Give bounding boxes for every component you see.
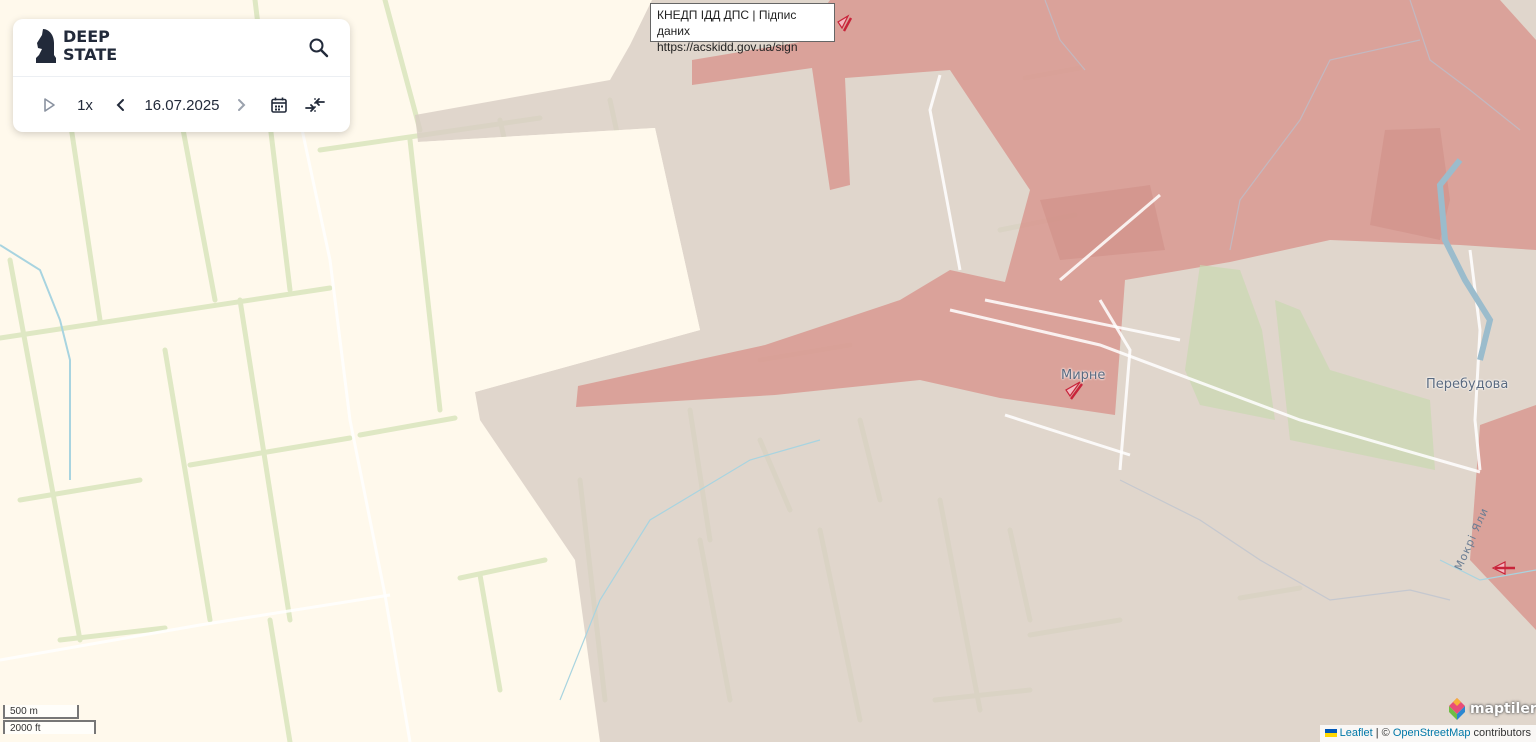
- knight-icon: [36, 29, 56, 63]
- place-label-myrne: Мирне: [1061, 368, 1106, 383]
- compare-button[interactable]: [303, 94, 327, 116]
- ukraine-flag-icon: [1324, 729, 1337, 737]
- chevron-right-icon: [238, 99, 246, 111]
- attribution: Leaflet | © OpenStreetMap contributors: [1319, 725, 1536, 742]
- calendar-button[interactable]: [268, 94, 290, 116]
- maptiler-text: maptiler: [1470, 701, 1536, 717]
- speed-button[interactable]: 1x: [73, 95, 97, 115]
- signature-tooltip: КНЕДП ІДД ДПС | Підпис даних https://acs…: [650, 3, 835, 54]
- control-panel: DEEP STATE 1x 16.07.2025: [13, 19, 350, 132]
- tooltip-line-2: https://acskidd.gov.ua/sign: [657, 40, 798, 54]
- logo-text: DEEP STATE: [63, 28, 117, 64]
- timeline-controls: 1x 16.07.2025: [13, 83, 350, 127]
- deepstate-logo[interactable]: DEEP STATE: [35, 27, 117, 65]
- calendar-icon: [271, 97, 287, 113]
- scale-metric: 500 m: [3, 705, 79, 719]
- scale-imperial: 2000 ft: [3, 720, 96, 734]
- tooltip-line-1: КНЕДП ІДД ДПС | Підпис даних: [657, 8, 797, 38]
- maptiler-logo[interactable]: maptiler: [1447, 697, 1536, 721]
- attribution-separator: | ©: [1372, 727, 1393, 739]
- leaflet-link[interactable]: Leaflet: [1340, 727, 1373, 739]
- play-button[interactable]: [39, 95, 59, 115]
- place-label-perebudova: Перебудова: [1426, 377, 1509, 392]
- panel-header: DEEP STATE: [13, 19, 350, 77]
- search-icon: [309, 38, 329, 58]
- logo-line-1: DEEP: [63, 27, 110, 46]
- logo-line-2: STATE: [63, 45, 118, 64]
- prev-date-button[interactable]: [113, 95, 129, 115]
- date-display[interactable]: 16.07.2025: [143, 95, 221, 115]
- attribution-suffix: contributors: [1470, 727, 1531, 739]
- osm-link[interactable]: OpenStreetMap: [1393, 727, 1471, 739]
- compare-arrows-icon: [305, 98, 325, 112]
- play-icon: [44, 98, 55, 112]
- chevron-left-icon: [116, 99, 124, 111]
- next-date-button[interactable]: [233, 95, 249, 115]
- search-button[interactable]: [308, 37, 330, 59]
- maptiler-icon: [1449, 698, 1465, 720]
